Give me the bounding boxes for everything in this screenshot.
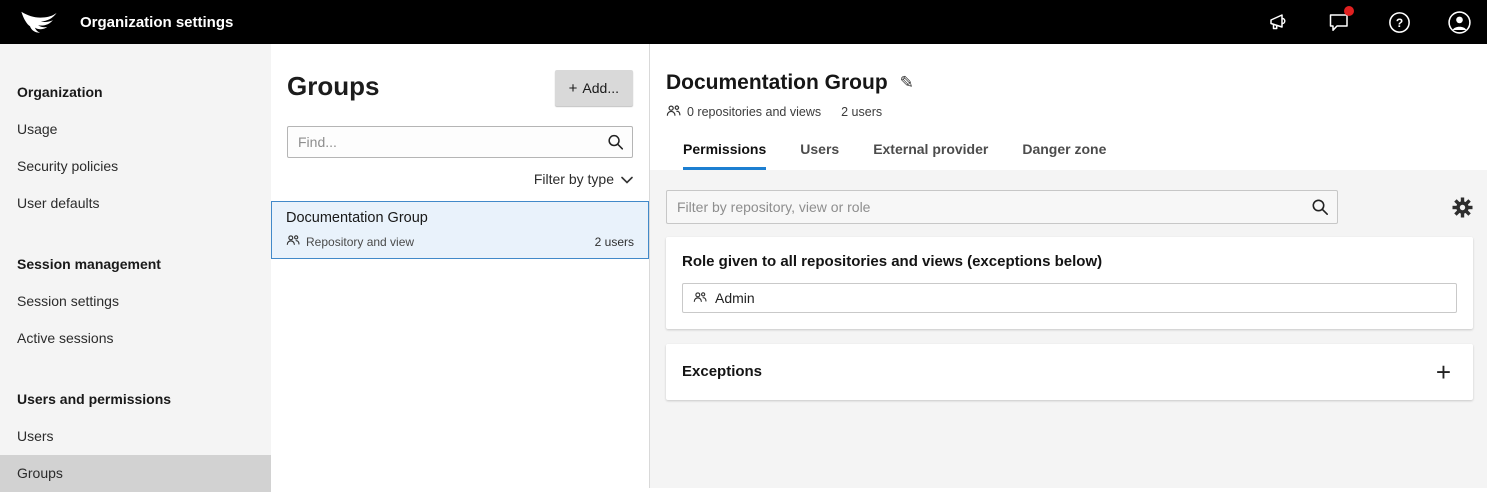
role-card: Role given to all repositories and views… <box>666 237 1473 329</box>
meta-repositories: 0 repositories and views <box>687 105 821 119</box>
groups-panel: Groups +Add... Filter by type Documentat… <box>271 44 650 488</box>
exceptions-heading: Exceptions <box>682 363 762 381</box>
add-exception-button[interactable]: + <box>1436 360 1457 384</box>
notification-dot <box>1344 6 1354 16</box>
help-icon[interactable]: ? <box>1379 0 1419 44</box>
falcon-logo[interactable] <box>18 9 66 35</box>
sidebar-section-organization: Organization Usage Security policies Use… <box>0 74 271 222</box>
search-icon <box>607 134 624 151</box>
group-list-item[interactable]: Documentation Group Repository and view … <box>271 201 649 259</box>
find-groups-field <box>287 126 633 158</box>
group-detail-header: Documentation Group ✎ 0 repositories and… <box>650 44 1487 170</box>
sidebar-item-user-defaults[interactable]: User defaults <box>0 185 271 222</box>
group-item-name: Documentation Group <box>286 210 634 227</box>
permissions-filter-field <box>666 190 1338 224</box>
permissions-tab-content: Role given to all repositories and views… <box>650 170 1487 488</box>
group-item-users: 2 users <box>595 235 634 249</box>
gear-icon[interactable] <box>1452 197 1473 218</box>
sidebar-item-users[interactable]: Users <box>0 418 271 455</box>
announcement-icon[interactable] <box>1259 0 1299 44</box>
group-title: Documentation Group <box>666 70 888 95</box>
sidebar-header-users-permissions: Users and permissions <box>0 381 271 418</box>
add-group-button[interactable]: +Add... <box>555 70 633 106</box>
tab-danger-zone[interactable]: Danger zone <box>1022 141 1106 170</box>
tab-external-provider[interactable]: External provider <box>873 141 988 170</box>
tab-users[interactable]: Users <box>800 141 839 170</box>
search-icon <box>1311 198 1329 216</box>
add-button-label: Add... <box>582 80 619 96</box>
filter-permissions-input[interactable] <box>666 190 1338 224</box>
group-meta-row: 0 repositories and views 2 users <box>666 103 1471 121</box>
sidebar-item-active-sessions[interactable]: Active sessions <box>0 320 271 357</box>
detail-tabs: Permissions Users External provider Dang… <box>666 141 1471 170</box>
group-type-icon <box>286 233 300 250</box>
permissions-filter-row <box>666 190 1473 224</box>
sidebar-item-security-policies[interactable]: Security policies <box>0 148 271 185</box>
svg-text:?: ? <box>1395 15 1402 29</box>
app-title: Organization settings <box>80 14 233 31</box>
tab-permissions[interactable]: Permissions <box>683 141 766 170</box>
plus-icon: + <box>569 80 578 97</box>
groups-panel-title: Groups <box>287 70 379 102</box>
sidebar-item-groups[interactable]: Groups <box>0 455 271 492</box>
filter-by-type-label: Filter by type <box>534 171 614 187</box>
feedback-icon[interactable] <box>1319 0 1359 44</box>
sidebar-section-users-permissions: Users and permissions Users Groups <box>0 381 271 492</box>
sidebar-header-session-management: Session management <box>0 246 271 283</box>
group-detail-panel: Documentation Group ✎ 0 repositories and… <box>650 44 1487 488</box>
group-list: Documentation Group Repository and view … <box>271 201 649 259</box>
edit-name-icon[interactable]: ✎ <box>900 73 914 93</box>
role-value: Admin <box>715 290 755 306</box>
chevron-down-icon <box>621 171 633 187</box>
meta-users: 2 users <box>841 105 882 119</box>
main-layout: Organization Usage Security policies Use… <box>0 44 1487 488</box>
find-groups-input[interactable] <box>287 126 633 158</box>
sidebar-item-session-settings[interactable]: Session settings <box>0 283 271 320</box>
group-type-icon <box>666 103 681 121</box>
groups-panel-header: Groups +Add... <box>287 70 633 106</box>
sidebar-section-session-management: Session management Session settings Acti… <box>0 246 271 357</box>
role-select[interactable]: Admin <box>682 283 1457 313</box>
filter-by-type-dropdown[interactable]: Filter by type <box>287 171 633 187</box>
settings-sidebar: Organization Usage Security policies Use… <box>0 44 271 488</box>
account-avatar-icon[interactable] <box>1439 0 1479 44</box>
sidebar-header-organization: Organization <box>0 74 271 111</box>
exceptions-card: Exceptions + <box>666 344 1473 400</box>
group-type-icon <box>693 290 707 307</box>
topbar: Organization settings ? <box>0 0 1487 44</box>
role-card-heading: Role given to all repositories and views… <box>682 253 1457 271</box>
sidebar-item-usage[interactable]: Usage <box>0 111 271 148</box>
group-item-type: Repository and view <box>306 235 414 249</box>
group-item-meta: Repository and view 2 users <box>286 233 634 250</box>
